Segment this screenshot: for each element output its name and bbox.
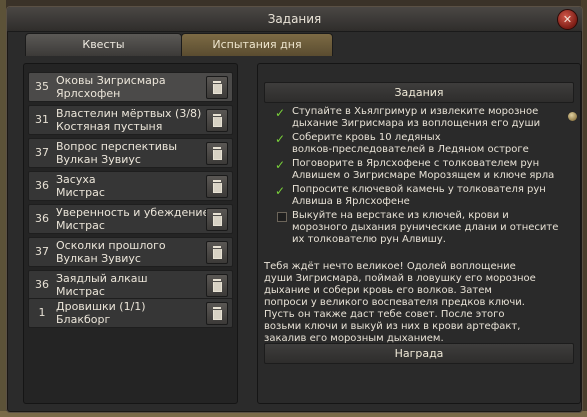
quest-description: Тебя ждёт нечто великое! Одолей воплощен… xyxy=(264,261,536,344)
tasks-header: Задания xyxy=(264,82,574,103)
quest-details: Задания ✓ Ступайте в Хьялгримур и извлек… xyxy=(257,63,581,404)
quest-level: 31 xyxy=(35,113,49,126)
task-item: Соберите кровь 10 ледяных волков-преследо… xyxy=(292,132,529,155)
close-icon[interactable]: ✕ xyxy=(557,9,578,30)
checkmark-icon: ✓ xyxy=(275,106,286,120)
trash-icon[interactable] xyxy=(206,109,228,132)
quest-name: Дровишки (1/1) xyxy=(56,300,146,313)
reward-header: Награда xyxy=(264,343,574,364)
checkbox-icon xyxy=(277,212,287,222)
quest-level: 36 xyxy=(35,212,49,225)
trash-icon[interactable] xyxy=(206,241,228,264)
quest-name: Властелин мёртвых (3/8) xyxy=(56,107,202,120)
trash-icon[interactable] xyxy=(206,76,228,99)
trash-icon[interactable] xyxy=(206,208,228,231)
quest-level: 37 xyxy=(35,146,49,159)
task-item: Поговорите в Ярлсхофене с толкователем р… xyxy=(292,158,555,181)
quest-row[interactable]: 36 Заядлый алкаш Мистрас xyxy=(28,270,233,300)
window-title: Задания xyxy=(7,7,582,32)
quest-level: 36 xyxy=(35,179,49,192)
quest-location: Блакборг xyxy=(56,313,111,326)
trash-icon[interactable] xyxy=(206,302,228,325)
quest-location: Мистрас xyxy=(56,186,105,199)
quest-name: Оковы Зигрисмара xyxy=(56,74,166,87)
trash-icon[interactable] xyxy=(206,142,228,165)
tab-quests[interactable]: Квесты xyxy=(25,33,182,56)
quest-location: Мистрас xyxy=(56,285,105,298)
quest-journal-window: Задания ✕ Квесты Испытания дня 35 Оковы … xyxy=(6,6,583,413)
scroll-handle[interactable] xyxy=(568,112,577,121)
quest-list: 35 Оковы Зигрисмара Ярлсхофен 31 Властел… xyxy=(23,63,238,404)
checkmark-icon: ✓ xyxy=(275,132,286,146)
quest-level: 1 xyxy=(38,306,46,319)
quest-name: Осколки прошлого xyxy=(56,239,166,252)
quest-name: Заядлый алкаш xyxy=(56,272,148,285)
quest-level: 35 xyxy=(35,80,49,93)
quest-name: Вопрос перспективы xyxy=(56,140,178,153)
quest-name: Уверенность и убеждение xyxy=(56,206,210,219)
quest-location: Вулкан Зувиус xyxy=(56,252,141,265)
trash-icon[interactable] xyxy=(206,274,228,297)
quest-location: Мистрас xyxy=(56,219,105,232)
task-item: Попросите ключевой камень у толкователя … xyxy=(292,184,546,207)
trash-icon[interactable] xyxy=(206,175,228,198)
quest-row[interactable]: 36 Засуха Мистрас xyxy=(28,171,233,201)
quest-location: Костяная пустыня xyxy=(56,120,163,133)
quest-level: 36 xyxy=(35,278,49,291)
checkmark-icon: ✓ xyxy=(275,158,286,172)
quest-name: Засуха xyxy=(56,173,96,186)
quest-level: 37 xyxy=(35,245,49,258)
quest-row[interactable]: 31 Властелин мёртвых (3/8) Костяная пуст… xyxy=(28,105,233,135)
tab-daily-challenges[interactable]: Испытания дня xyxy=(181,33,333,56)
quest-row[interactable]: 36 Уверенность и убеждение Мистрас xyxy=(28,204,233,234)
quest-row[interactable]: 1 Дровишки (1/1) Блакборг xyxy=(28,298,233,328)
task-item: Ступайте в Хьялгримур и извлеките морозн… xyxy=(292,106,541,129)
quest-location: Ярлсхофен xyxy=(56,87,121,100)
quest-row[interactable]: 37 Вопрос перспективы Вулкан Зувиус xyxy=(28,138,233,168)
checkmark-icon: ✓ xyxy=(275,184,286,198)
task-item: Выкуйте на верстаке из ключей, крови и мо… xyxy=(292,210,559,245)
quest-location: Вулкан Зувиус xyxy=(56,153,141,166)
quest-row[interactable]: 37 Осколки прошлого Вулкан Зувиус xyxy=(28,237,233,267)
quest-row[interactable]: 35 Оковы Зигрисмара Ярлсхофен xyxy=(28,72,233,102)
